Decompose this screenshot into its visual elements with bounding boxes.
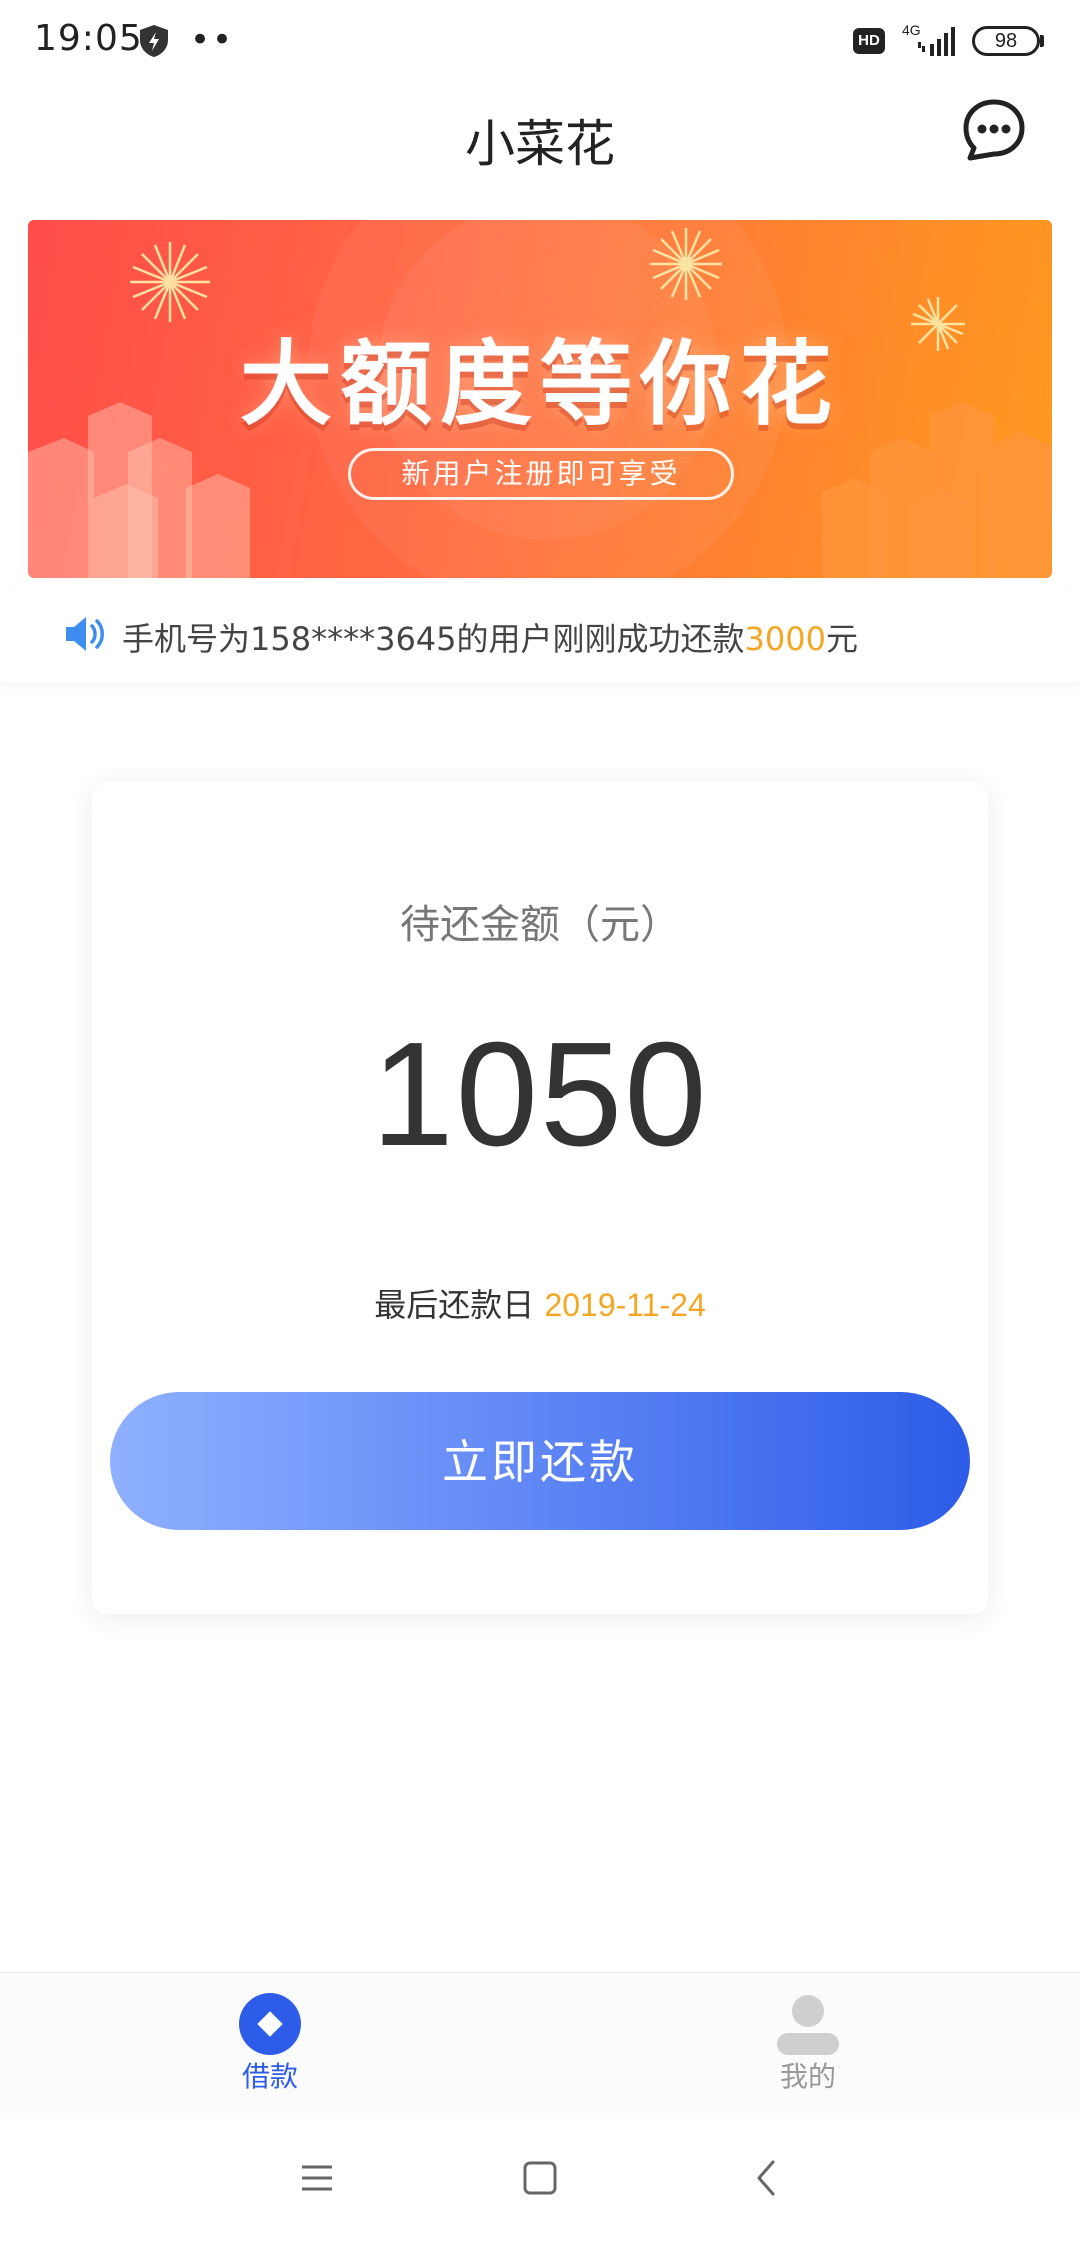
notification-dots: •• <box>190 20 235 60</box>
repayment-notice: 手机号为158****3645的用户刚刚成功还款3000元 <box>0 588 1080 682</box>
repayment-card: 待还金额（元） 1050 最后还款日 2019-11-24 立即还款 <box>92 782 988 1614</box>
status-bar: 19:05 •• HD 4G 98 <box>0 0 1080 84</box>
notice-prefix: 手机号为158****3645的用户刚刚成功还款 <box>122 620 745 658</box>
notice-message: 手机号为158****3645的用户刚刚成功还款3000元 <box>122 614 858 660</box>
diamond-icon <box>239 1993 301 2055</box>
status-time: 19:05 <box>34 18 143 59</box>
tab-borrow-label: 借款 <box>241 2060 298 2093</box>
amount-due-value: 1050 <box>371 1012 709 1177</box>
due-date-row: 最后还款日 2019-11-24 <box>92 1280 988 1326</box>
back-icon[interactable] <box>742 2153 792 2203</box>
amount-due-label: 待还金额（元） <box>400 902 680 948</box>
signal-icon <box>918 27 955 56</box>
person-icon <box>777 1995 839 2055</box>
banner-subline: 新用户注册即可享受 <box>348 448 734 500</box>
system-nav-bar <box>0 2113 1080 2244</box>
chat-bubble-dots-icon[interactable] <box>962 98 1026 162</box>
hd-badge: HD <box>853 28 885 54</box>
speaker-icon <box>66 617 104 651</box>
app-header: 小菜花 <box>0 84 1080 214</box>
menu-icon[interactable] <box>292 2153 342 2203</box>
notice-amount: 3000 <box>744 620 826 658</box>
bottom-tab-bar: 借款 我的 <box>0 1972 1080 2114</box>
repay-now-button[interactable]: 立即还款 <box>110 1392 970 1530</box>
home-icon[interactable] <box>515 2153 565 2203</box>
promo-banner[interactable]: 大额度等你花 新用户注册即可享受 <box>28 220 1052 578</box>
tab-mine[interactable]: 我的 <box>738 1993 878 2095</box>
due-date-value: 2019-11-24 <box>544 1287 706 1323</box>
battery-indicator: 98 <box>972 26 1040 56</box>
tab-borrow[interactable]: 借款 <box>200 1993 340 2095</box>
page-title: 小菜花 <box>465 115 615 173</box>
tab-mine-label: 我的 <box>779 2060 836 2093</box>
shield-icon <box>140 25 168 57</box>
due-date-label: 最后还款日 <box>374 1286 535 1324</box>
notice-suffix: 元 <box>825 620 858 658</box>
banner-headline: 大额度等你花 <box>239 331 840 438</box>
battery-tip <box>1040 35 1044 47</box>
